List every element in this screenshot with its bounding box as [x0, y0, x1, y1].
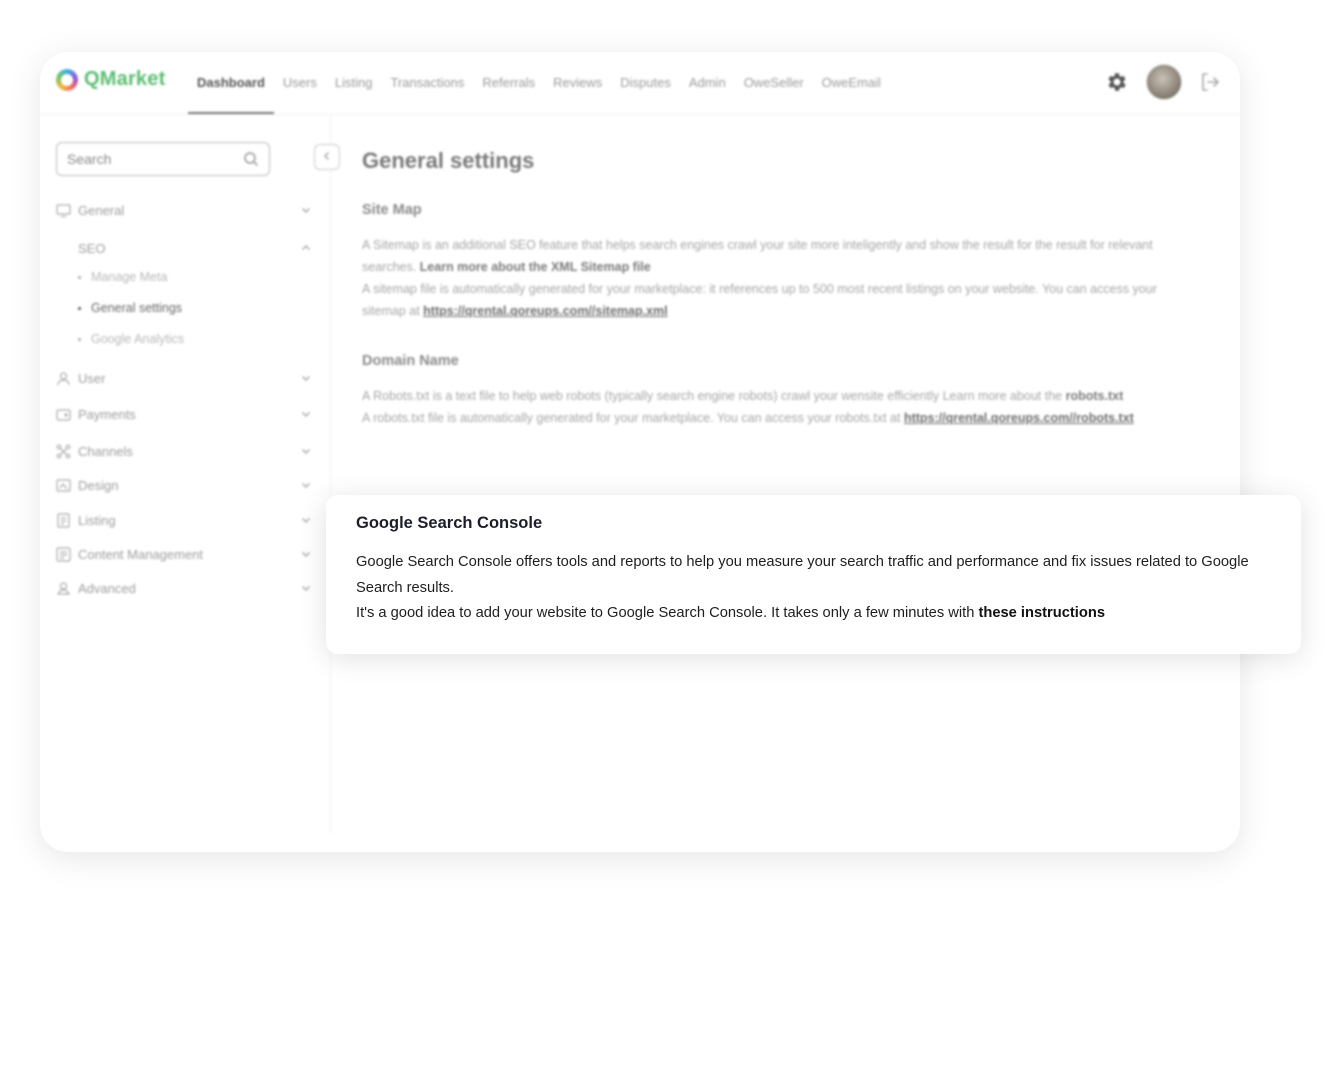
section-title-domain-name: Domain Name [362, 353, 459, 369]
sidebar-item-label: Content Management [78, 546, 204, 562]
chevron-down-icon [300, 514, 312, 526]
sidebar-item-payments[interactable]: Payments [56, 402, 312, 426]
domain-line2: A robots.txt file is automatically gener… [362, 411, 904, 425]
settings-sidebar: General SEO Manage Meta General settings [40, 114, 340, 834]
wallet-icon [56, 407, 71, 422]
header-actions [1104, 64, 1222, 100]
sidebar-item-label: Listing [78, 512, 116, 528]
bullet [78, 306, 81, 310]
sidebar-item-general[interactable]: General [56, 198, 312, 222]
blurred-background: QMarket Dashboard Users Listing Transact… [40, 52, 1240, 852]
chevron-down-icon [300, 408, 312, 420]
search-icon[interactable] [243, 151, 259, 167]
top-header: QMarket Dashboard Users Listing Transact… [40, 52, 1240, 115]
content-icon [56, 546, 71, 562]
page-title: General settings [362, 148, 535, 173]
google-search-console-card: Google Search Console Google Search Cons… [326, 495, 1301, 654]
sidebar-subitem-google-analytics[interactable]: Google Analytics [78, 332, 184, 346]
design-icon [56, 478, 71, 493]
sidebar-subitem-label: Manage Meta [91, 270, 168, 284]
sidebar-item-design[interactable]: Design [56, 473, 312, 497]
main-nav: Dashboard Users Listing Transactions Ref… [188, 52, 890, 114]
brand-name: QMarket [84, 68, 166, 90]
search-field[interactable] [56, 142, 270, 176]
instructions-link[interactable]: these instructions [978, 605, 1105, 621]
sidebar-item-label: SEO [78, 240, 106, 256]
chevron-up-icon [300, 242, 312, 254]
advanced-icon [56, 581, 71, 596]
robots-txt-link[interactable]: robots.txt [1066, 389, 1124, 403]
sidebar-item-user[interactable]: User [56, 366, 312, 390]
sidebar-item-label: User [78, 370, 106, 386]
chevron-down-icon [300, 372, 312, 384]
logout-icon[interactable] [1198, 70, 1222, 94]
chevron-down-icon [300, 479, 312, 491]
sidebar-subitem-general-settings[interactable]: General settings [78, 301, 182, 315]
card-body: Google Search Console offers tools and r… [356, 550, 1281, 627]
nav-reviews[interactable]: Reviews [544, 52, 611, 114]
section-title-site-map: Site Map [362, 202, 422, 218]
sidebar-item-label: Channels [78, 443, 133, 459]
sidebar-item-seo[interactable]: SEO [56, 236, 312, 260]
nav-dashboard[interactable]: Dashboard [188, 52, 274, 114]
nav-referrals[interactable]: Referrals [473, 52, 544, 114]
sidebar-subitem-label: Google Analytics [91, 332, 185, 346]
sidebar-item-advanced[interactable]: Advanced [56, 576, 312, 600]
chevron-left-icon [322, 148, 332, 166]
avatar[interactable] [1146, 64, 1182, 100]
nav-oweseller[interactable]: OweSeller [735, 52, 813, 114]
channels-icon [56, 444, 71, 459]
sidebar-item-listing[interactable]: Listing [56, 508, 312, 532]
list-icon [56, 512, 71, 528]
sidebar-item-label: General [78, 202, 125, 218]
sidebar-item-label: Payments [78, 406, 136, 422]
domain-description: A Robots.txt is a text file to help web … [362, 385, 1172, 429]
card-line1: Google Search Console offers tools and r… [356, 554, 1249, 596]
chevron-down-icon [300, 582, 312, 594]
nav-users[interactable]: Users [274, 52, 326, 114]
user-icon [56, 371, 71, 386]
gear-icon[interactable] [1104, 69, 1130, 95]
app-window: QMarket Dashboard Users Listing Transact… [40, 52, 1240, 852]
sidebar-item-content-management[interactable]: Content Management [56, 542, 312, 566]
search-input[interactable] [67, 151, 237, 167]
nav-disputes[interactable]: Disputes [611, 52, 680, 114]
card-line2: It's a good idea to add your website to … [356, 605, 979, 621]
nav-oweemail[interactable]: OweEmail [813, 52, 890, 114]
sidebar-subitem-manage-meta[interactable]: Manage Meta [78, 270, 167, 284]
logo-icon [56, 68, 78, 91]
sidebar-subitem-label: General settings [91, 301, 183, 315]
sitemap-url-link[interactable]: https://qrental.qoreups.com//sitemap.xml [423, 304, 668, 318]
collapse-sidebar-button[interactable] [314, 144, 340, 170]
nav-listing[interactable]: Listing [326, 52, 382, 114]
chevron-down-icon [300, 548, 312, 560]
chevron-down-icon [300, 445, 312, 457]
bullet [78, 337, 81, 341]
site-map-description: A Sitemap is an additional SEO feature t… [362, 234, 1172, 322]
brand-logo[interactable]: QMarket [56, 68, 165, 91]
robots-url-link[interactable]: https://qrental.qoreups.com//robots.txt [904, 411, 1134, 425]
sitemap-learn-more-link[interactable]: Learn more about the XML Sitemap file [420, 260, 651, 274]
bullet [78, 275, 81, 279]
sidebar-item-channels[interactable]: Channels [56, 439, 312, 463]
domain-line1: A Robots.txt is a text file to help web … [362, 389, 1066, 403]
nav-transactions[interactable]: Transactions [381, 52, 473, 114]
chevron-down-icon [300, 204, 312, 216]
nav-admin[interactable]: Admin [680, 52, 735, 114]
sidebar-item-label: Design [78, 477, 119, 493]
monitor-icon [56, 203, 71, 218]
card-title: Google Search Console [356, 514, 543, 532]
sidebar-item-label: Advanced [78, 580, 136, 596]
